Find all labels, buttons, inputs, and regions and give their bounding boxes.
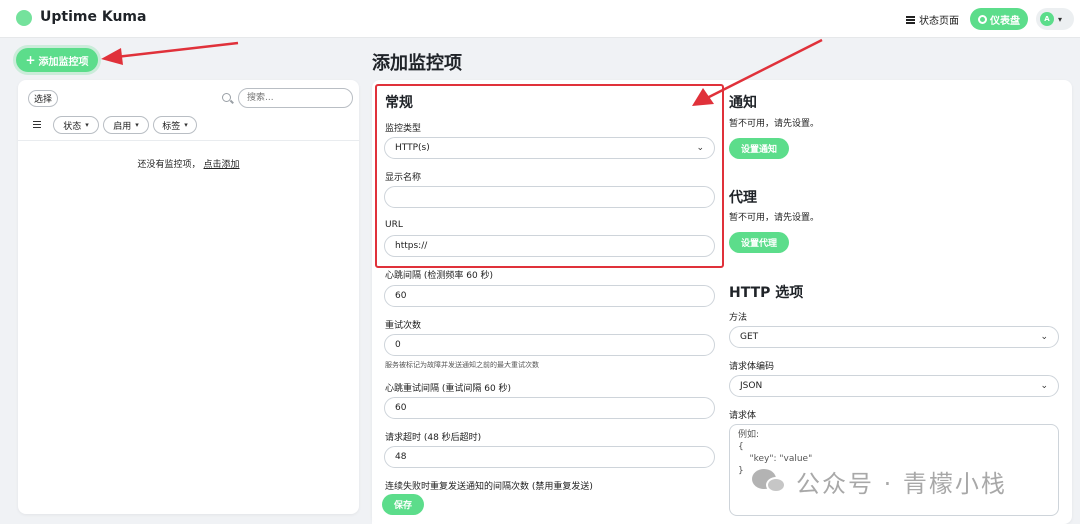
annotation-arrows bbox=[101, 38, 823, 106]
watermark: 公众号 · 青檬小栈 bbox=[752, 462, 1007, 500]
arrow-to-add-button bbox=[115, 41, 239, 59]
arrow-to-general-section bbox=[706, 38, 823, 100]
arrowhead-left bbox=[101, 48, 123, 65]
wechat-icon bbox=[752, 467, 788, 495]
watermark-text: 公众号 · 青檬小栈 bbox=[796, 469, 1007, 498]
